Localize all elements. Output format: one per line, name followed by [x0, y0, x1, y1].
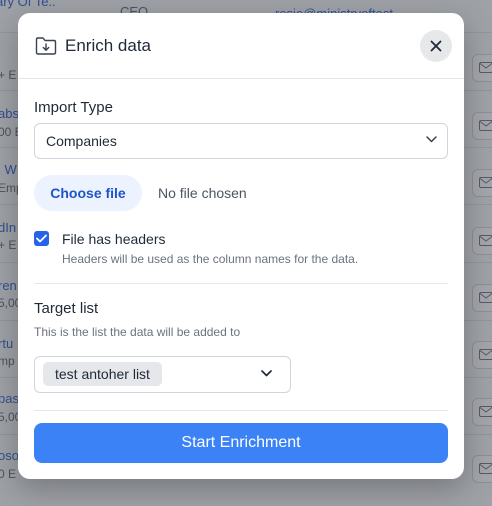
- start-enrichment-button[interactable]: Start Enrichment: [34, 423, 448, 463]
- checkmark-icon: [36, 234, 47, 243]
- target-list-select[interactable]: test antoher list: [34, 356, 291, 393]
- choose-file-button[interactable]: Choose file: [34, 175, 142, 211]
- chevron-down-icon: [426, 136, 437, 143]
- close-button[interactable]: [420, 30, 452, 62]
- section-divider: [34, 283, 448, 284]
- import-type-label: Import Type: [34, 99, 113, 116]
- dialog-title: Enrich data: [65, 36, 151, 55]
- file-has-headers-label: File has headers: [62, 231, 166, 247]
- import-type-value: Companies: [46, 133, 117, 149]
- target-list-description: This is the list the data will be added …: [34, 325, 241, 339]
- file-status-text: No file chosen: [158, 185, 247, 201]
- dialog-header: Enrich data: [18, 13, 464, 79]
- enrich-data-dialog: Enrich data Import Type Companies Choose…: [18, 13, 464, 479]
- import-type-select[interactable]: Companies: [34, 123, 448, 159]
- selected-list-chip: test antoher list: [43, 362, 162, 386]
- chevron-down-icon: [261, 370, 272, 377]
- target-list-label: Target list: [34, 300, 99, 317]
- file-has-headers-description: Headers will be used as the column names…: [62, 252, 359, 266]
- folder-download-icon: [35, 36, 57, 61]
- section-divider: [34, 410, 448, 411]
- close-icon: [430, 40, 442, 52]
- file-has-headers-checkbox[interactable]: [34, 231, 49, 246]
